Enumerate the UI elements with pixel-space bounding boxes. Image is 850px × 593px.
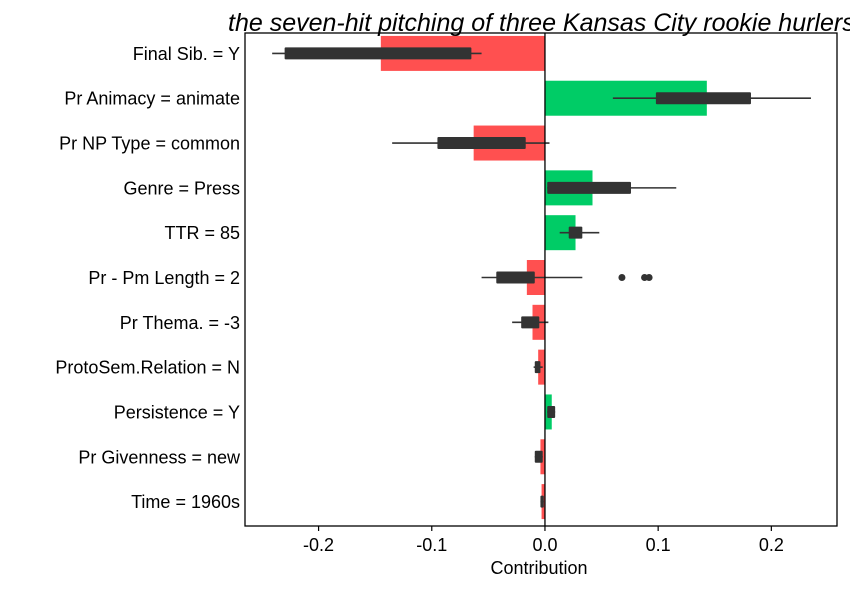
- x-tick-label: 0.0: [532, 535, 557, 555]
- category-label: Pr Animacy = animate: [64, 89, 240, 109]
- box-iqr: [655, 92, 751, 105]
- box-iqr: [496, 271, 535, 284]
- x-tick-label: -0.1: [416, 535, 447, 555]
- category-label: Pr Thema. = -3: [120, 313, 240, 333]
- category-label: ProtoSem.Relation = N: [55, 358, 240, 378]
- y-axis-labels: Final Sib. = Y Pr Animacy = animate Pr NP …: [55, 44, 241, 512]
- box-iqr: [540, 495, 544, 508]
- category-label: Persistence = Y: [114, 402, 240, 422]
- box-iqr: [534, 450, 543, 463]
- category-label: Pr NP Type = common: [59, 134, 240, 154]
- box-iqr: [547, 405, 556, 418]
- box-iqr: [437, 137, 526, 150]
- box-iqr: [534, 361, 541, 374]
- category-label: TTR = 85: [164, 223, 240, 243]
- x-axis-label: Contribution: [490, 558, 587, 578]
- category-label: Pr - Pm Length = 2: [88, 268, 240, 288]
- outlier-point: [645, 274, 653, 281]
- box-iqr: [568, 226, 583, 239]
- x-tick-label: 0.1: [646, 535, 671, 555]
- category-label: Time = 1960s: [131, 492, 240, 512]
- category-label: Final Sib. = Y: [133, 44, 240, 64]
- box-iqr: [284, 47, 472, 60]
- x-tick-label: -0.2: [303, 535, 334, 555]
- contribution-chart: the seven-hit pitching of three Kansas C…: [55, 9, 850, 578]
- x-axis-ticks: -0.2 -0.1 0.0 0.1 0.2: [303, 526, 784, 555]
- category-label: Genre = Press: [123, 178, 240, 198]
- x-tick-label: 0.2: [759, 535, 784, 555]
- box-iqr: [547, 181, 631, 194]
- outlier-point: [618, 274, 626, 281]
- box-iqr: [521, 316, 540, 329]
- boxplots-layer: [272, 47, 811, 508]
- category-label: Pr Givenness = new: [78, 447, 241, 467]
